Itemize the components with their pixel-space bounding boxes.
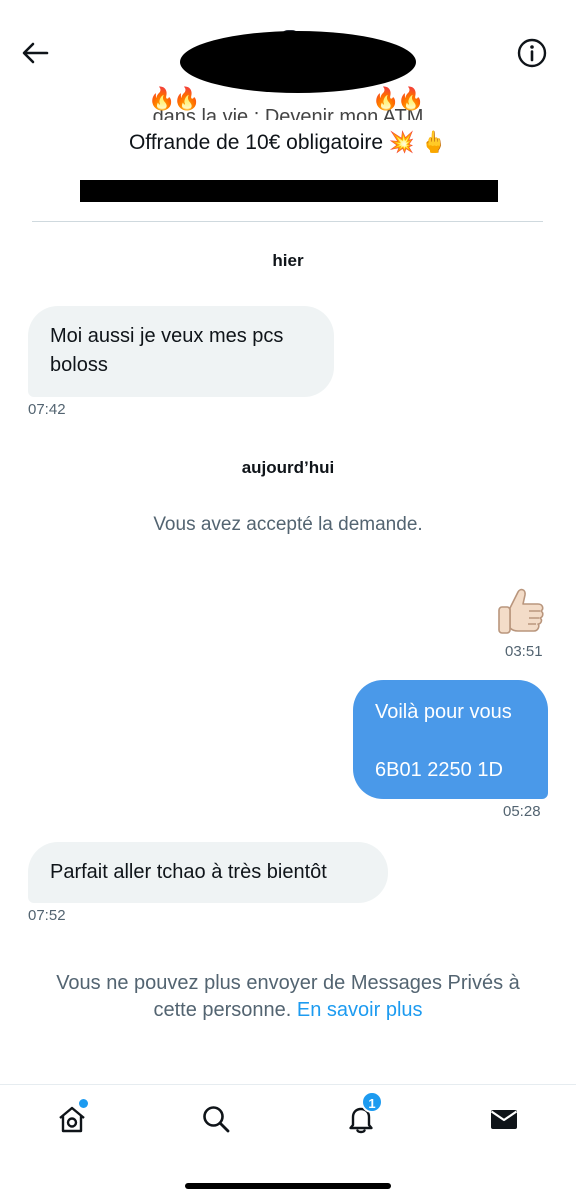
nav-notifications[interactable]: 1 bbox=[343, 1091, 383, 1137]
nav-search[interactable] bbox=[198, 1101, 234, 1137]
notice-line-2: cette personne. En savoir plus bbox=[24, 997, 552, 1024]
header-divider bbox=[32, 221, 543, 222]
info-button[interactable] bbox=[516, 37, 548, 69]
message-timestamp: 05:28 bbox=[503, 803, 541, 820]
notifications-badge: 1 bbox=[361, 1091, 383, 1113]
dm-restriction-notice: Vous ne pouvez plus envoyer de Messages … bbox=[24, 970, 552, 1024]
home-unread-dot bbox=[79, 1099, 88, 1108]
search-icon bbox=[203, 1106, 230, 1133]
redaction-name bbox=[180, 31, 416, 93]
message-text-line: Parfait aller tchao à très bientôt bbox=[50, 861, 327, 883]
date-separator-yesterday: hier bbox=[272, 251, 304, 270]
conversation-header: dans la vie : Devenir mon ATM 🔥🔥 🔥🔥 Offr… bbox=[0, 0, 576, 225]
notice-line-1: Vous ne pouvez plus envoyer de Messages … bbox=[56, 972, 520, 994]
bio-line-1-text: dans la vie : Devenir mon ATM bbox=[152, 106, 424, 120]
learn-more-link[interactable]: En savoir plus bbox=[297, 999, 423, 1021]
message-text-line: Voilà pour vous bbox=[375, 701, 512, 723]
home-indicator bbox=[185, 1183, 391, 1189]
message-bubble-incoming[interactable]: Moi aussi je veux mes pcs boloss bbox=[28, 306, 334, 397]
bio-line-2: Offrande de 10€ obligatoire 💥 🖕 bbox=[128, 131, 448, 154]
bottom-nav: 1 bbox=[0, 1085, 576, 1155]
notice-line-2-text: cette personne. bbox=[153, 999, 292, 1021]
message-code-line: 6B01 2250 1D bbox=[375, 759, 503, 781]
fire-emojis-left: 🔥🔥 bbox=[148, 86, 201, 111]
fire-emojis-right: 🔥🔥 bbox=[372, 86, 425, 111]
info-icon bbox=[517, 38, 547, 68]
message-timestamp: 07:42 bbox=[28, 401, 66, 418]
message-bubble-incoming[interactable]: Parfait aller tchao à très bientôt bbox=[28, 842, 388, 903]
message-text-line: boloss bbox=[50, 354, 108, 376]
system-message-accepted: Vous avez accepté la demande. bbox=[153, 514, 423, 535]
nav-home[interactable] bbox=[54, 1099, 90, 1137]
arrow-left-icon bbox=[22, 42, 49, 64]
redaction-bar bbox=[80, 180, 498, 202]
message-timestamp: 03:51 bbox=[505, 643, 543, 660]
message-bubble-outgoing[interactable]: Voilà pour vous 6B01 2250 1D bbox=[353, 680, 548, 799]
back-button[interactable] bbox=[18, 36, 52, 70]
message-text-line bbox=[375, 727, 526, 756]
message-text-line: Moi aussi je veux mes pcs bbox=[50, 325, 284, 347]
envelope-icon bbox=[490, 1110, 518, 1129]
bio-line-1: dans la vie : Devenir mon ATM 🔥🔥 🔥🔥 bbox=[0, 86, 576, 120]
nav-messages[interactable] bbox=[486, 1101, 522, 1137]
thumbs-up-icon[interactable] bbox=[496, 586, 546, 638]
message-timestamp: 07:52 bbox=[28, 907, 66, 924]
date-separator-today: aujourd’hui bbox=[241, 458, 335, 477]
